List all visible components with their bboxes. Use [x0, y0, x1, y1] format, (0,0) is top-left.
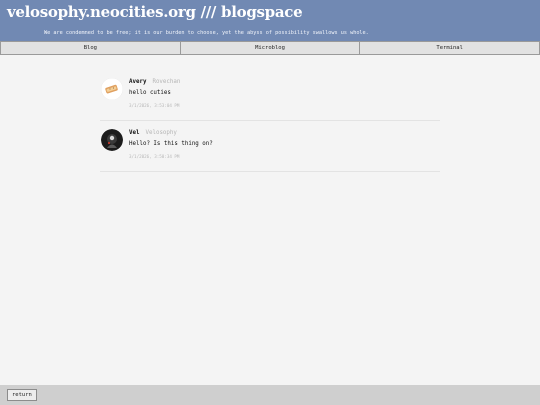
tab-terminal[interactable]: Terminal	[360, 41, 540, 55]
toast-avatar-icon	[101, 78, 123, 100]
post-text: hello cuties	[129, 90, 171, 96]
post-author-handle[interactable]: Rovechan	[152, 79, 180, 85]
post-author-name[interactable]: Vel	[129, 130, 139, 136]
site-header: velosophy.neocities.org /// blogspace We…	[0, 0, 540, 41]
page-footer: return	[0, 385, 540, 405]
dark-figure-avatar-icon	[101, 129, 123, 151]
microblog-feed: Avery Rovechan hello cuties 3/1/2026, 3:5…	[100, 70, 440, 172]
tab-microblog[interactable]: Microblog	[180, 41, 361, 55]
post-text: Hello? Is this thing on?	[129, 141, 213, 147]
post-timestamp: 3/1/2026, 3:53:04 PM	[129, 103, 180, 108]
return-button[interactable]: return	[7, 389, 37, 401]
post-item: Avery Rovechan hello cuties 3/1/2026, 3:5…	[100, 70, 440, 121]
site-title: velosophy.neocities.org /// blogspace	[7, 3, 303, 21]
site-tagline: We are condemned to be free; it is our b…	[44, 30, 369, 36]
post-item: Vel Velosophy Hello? Is this thing on? 3/…	[100, 121, 440, 172]
post-author-handle[interactable]: Velosophy	[145, 130, 176, 136]
post-author-name[interactable]: Avery	[129, 79, 146, 85]
tab-blog[interactable]: Blog	[0, 41, 181, 55]
post-timestamp: 3/1/2026, 3:50:34 PM	[129, 154, 180, 159]
nav-bar: Blog Microblog Terminal	[0, 41, 540, 55]
